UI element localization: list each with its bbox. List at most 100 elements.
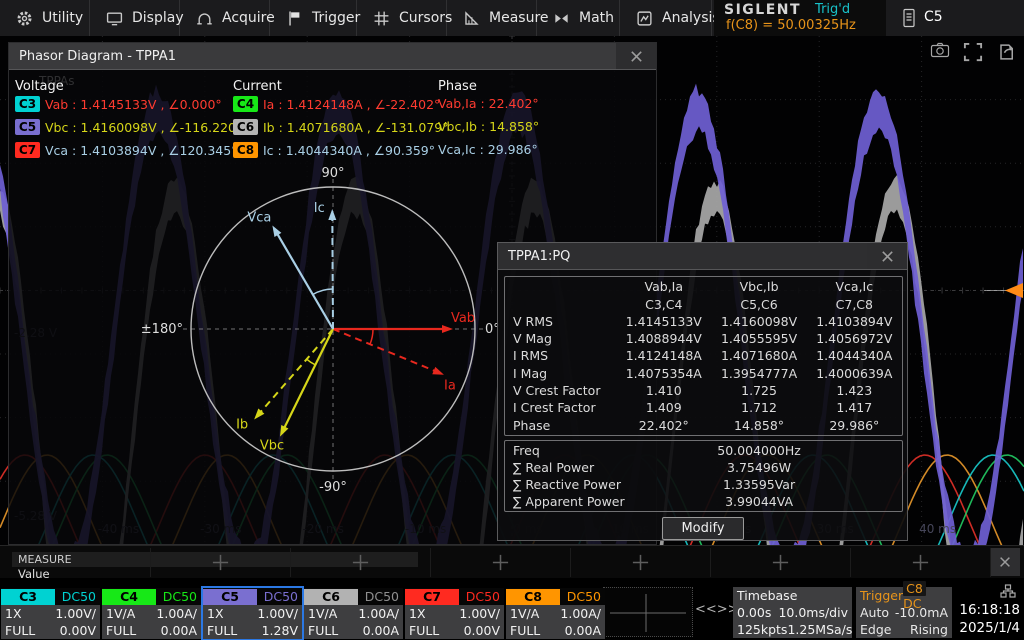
channel-scale: 1.00V/ <box>459 606 500 621</box>
trigger-box[interactable]: Trigger C8 DC Auto-10.0mA EdgeRising <box>856 587 952 638</box>
pq-summary-label: ∑ Reactive Power <box>505 477 621 492</box>
menu-item-acquire[interactable]: Acquire <box>180 0 270 36</box>
pq-cell: 1.4044340A <box>807 348 902 363</box>
channel-scale: 1.00V/ <box>257 606 298 621</box>
menu-item-cursors[interactable]: Cursors <box>357 0 447 36</box>
menu-item-math[interactable]: Math <box>537 0 620 36</box>
channel-coupling: DC50 <box>264 589 302 604</box>
channel-box-c8[interactable]: C8DC501V/A1.00A/FULL0.00A <box>506 588 605 639</box>
pq-summary-value: 3.99044VA <box>711 494 806 509</box>
x-axis-label: 40 ms <box>919 522 956 536</box>
pq-summary-value: 3.75496W <box>711 460 806 475</box>
pq-dialog-titlebar[interactable]: TPPA1:PQ <box>498 243 907 270</box>
measure-slot-separator <box>710 548 711 577</box>
display-icon <box>106 10 123 27</box>
pq-data-row: Phase22.402°14.858°29.986° <box>505 418 902 433</box>
pq-cell: 1.4103894V <box>807 314 902 329</box>
channel-offset: 0.00A <box>565 623 601 638</box>
pq-cell: 1.4055595V <box>711 331 806 346</box>
pq-cell: 1.4145133V <box>616 314 711 329</box>
add-measurement-icon[interactable] <box>911 553 930 572</box>
menu-item-measure[interactable]: Measure <box>447 0 537 36</box>
channel-scale: 1.00A/ <box>358 606 399 621</box>
measure-slot-separator <box>990 548 991 577</box>
vector-label-Vab: Vab <box>451 311 475 326</box>
pq-cell: 1.4160098V <box>711 314 806 329</box>
trigger-source: C8 <box>903 581 926 596</box>
pq-cell: Vca,Ic <box>807 279 902 294</box>
analysis-icon <box>636 10 653 27</box>
pq-cell: 1.423 <box>807 383 902 398</box>
modify-button[interactable]: Modify <box>662 517 744 540</box>
channel-offset: 0.00V <box>60 623 96 638</box>
channel-bandwidth: FULL <box>5 623 35 638</box>
channel-offset: 0.00A <box>161 623 197 638</box>
camera-icon[interactable] <box>930 42 950 60</box>
close-icon[interactable] <box>867 243 907 269</box>
menu-item-label: Cursors <box>399 10 452 26</box>
status-cluster: SIGLENT Trig'd f(C8) = 50.00325Hz <box>714 0 886 36</box>
siglent-logo: SIGLENT <box>724 2 801 18</box>
timebase-title: Timebase <box>737 588 797 603</box>
pq-cell: C3,C4 <box>616 297 711 312</box>
clock-time: 16:18:18 <box>959 602 1020 618</box>
channel-badge-c6: C6 <box>304 589 358 605</box>
pq-row-label: I Crest Factor <box>505 400 616 415</box>
vector-Vca <box>275 231 333 329</box>
acquire-icon <box>196 10 213 27</box>
document-icon[interactable] <box>901 8 917 28</box>
phase-arc <box>370 329 373 344</box>
add-measurement-icon[interactable] <box>351 553 370 572</box>
trigger-title: Trigger <box>860 588 903 603</box>
menu-item-analysis[interactable]: Analysis <box>620 0 712 36</box>
menu-item-utility[interactable]: Utility <box>0 0 90 36</box>
channel-bandwidth: FULL <box>106 623 136 638</box>
channel-box-c4[interactable]: C4DC501V/A1.00A/FULL0.00A <box>102 588 201 639</box>
menu-item-trigger[interactable]: Trigger <box>270 0 357 36</box>
channel-box-c5[interactable]: C5DC501X1.00V/FULL1.28V <box>203 588 302 639</box>
channel-box-c6[interactable]: C6DC501V/A1.00A/FULL0.00A <box>304 588 403 639</box>
pq-cell: 14.858° <box>711 418 806 433</box>
offset-crosshair-box[interactable] <box>603 587 693 637</box>
network-icon[interactable] <box>1000 584 1016 598</box>
trigger-level-marker <box>1005 283 1023 298</box>
channel-coupling: DC50 <box>163 589 201 604</box>
pq-row-label <box>505 297 616 312</box>
channel-box-c3[interactable]: C3DC501X1.00V/FULL0.00V <box>1 588 100 639</box>
add-measurement-icon[interactable] <box>771 553 790 572</box>
timebase-scale: 10.0ms/div <box>778 605 848 620</box>
pq-dialog[interactable]: TPPA1:PQ Vab,IaVbc,IbVca,IcC3,C4C5,C6C7,… <box>497 242 908 541</box>
timebase-samplerate: 1.25MSa/s <box>787 622 852 637</box>
cursors-icon <box>373 10 390 27</box>
add-measurement-icon[interactable] <box>491 553 510 572</box>
pq-cell: 1.4124148A <box>616 348 711 363</box>
measure-slot-separator <box>150 548 151 577</box>
pq-cell: 1.4071680A <box>711 348 806 363</box>
active-channel-indicator[interactable]: C5 <box>924 9 943 25</box>
channel-badge-c8: C8 <box>506 589 560 605</box>
pq-summary-row: ∑ Apparent Power 3.99044VA <box>505 494 902 509</box>
timebase-box[interactable]: Timebase 0.00s10.0ms/div 125kpts1.25MSa/… <box>733 587 852 638</box>
add-measurement-icon[interactable] <box>211 553 230 572</box>
measure-title: MEASURE <box>18 553 72 566</box>
pq-data-row: V Mag1.4088944V1.4055595V1.4056972V <box>505 331 902 346</box>
measure-close-icon[interactable] <box>990 548 1020 576</box>
phase-arc <box>313 289 333 294</box>
fullscreen-icon[interactable] <box>963 42 983 60</box>
pq-summary-label: ∑ Apparent Power <box>505 494 625 509</box>
pq-cell: 1.725 <box>711 383 806 398</box>
menu-item-display[interactable]: Display <box>90 0 180 36</box>
pq-row-label: V Crest Factor <box>505 383 616 398</box>
phase-arc <box>307 359 316 365</box>
trigger-level: -10.0mA <box>895 605 948 620</box>
flip-page-icon[interactable] <box>996 42 1016 60</box>
measure-icon <box>463 10 480 27</box>
add-measurement-icon[interactable] <box>631 553 650 572</box>
channel-offset: 1.28V <box>262 623 298 638</box>
channel-coupling: DC50 <box>62 589 100 604</box>
channel-box-c7[interactable]: C7DC501X1.00V/FULL0.00V <box>405 588 504 639</box>
channel-offset: 0.00A <box>363 623 399 638</box>
channel-coupling: DC50 <box>567 589 605 604</box>
channel-badge-c4: C4 <box>102 589 156 605</box>
flag-icon <box>286 10 303 27</box>
